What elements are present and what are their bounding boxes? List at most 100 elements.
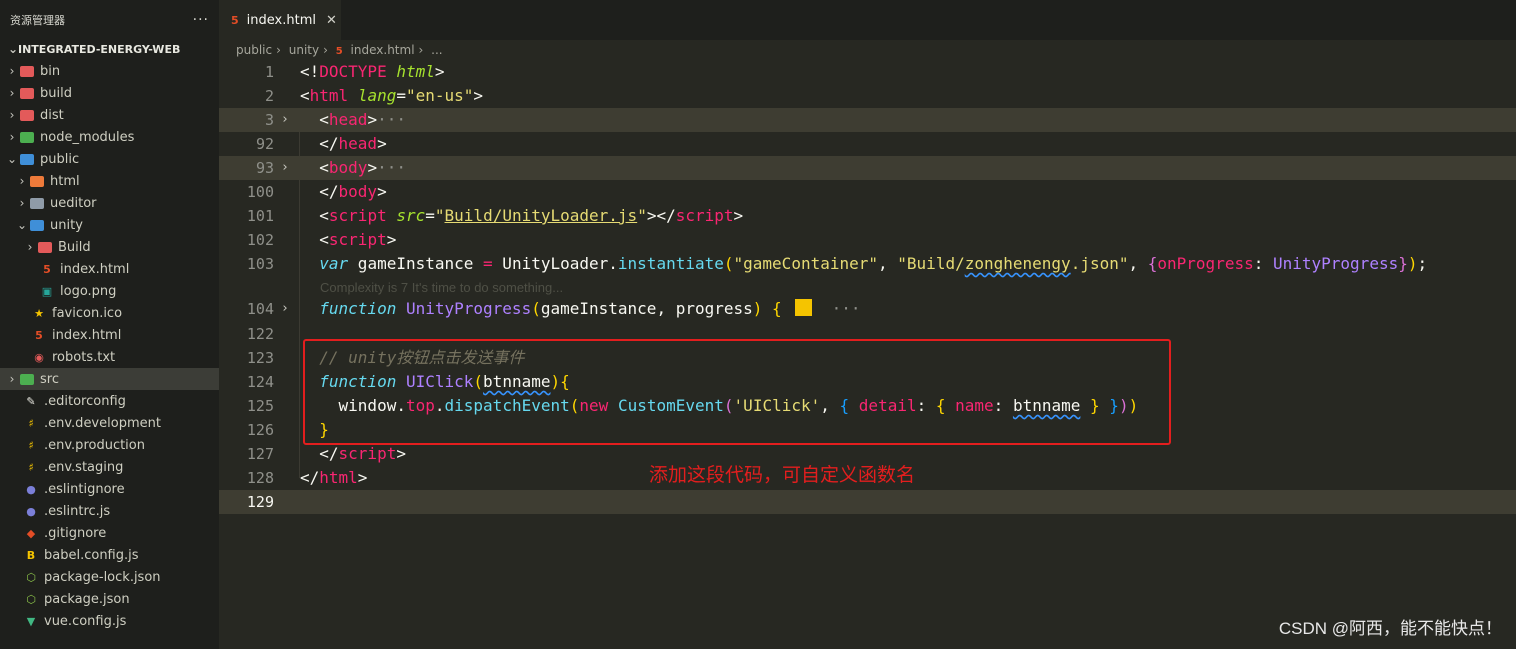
tree-file-favicon[interactable]: ★ favicon.ico xyxy=(0,302,219,324)
code-line: 101 <script src="Build/UnityLoader.js"><… xyxy=(246,206,744,225)
chevron-right-icon: › xyxy=(276,43,281,57)
code-line: 100 </body> xyxy=(246,182,387,201)
color-swatch-icon xyxy=(795,299,813,316)
eslint-icon: ● xyxy=(26,504,36,518)
tree-label: index.html xyxy=(52,327,122,343)
tree-file-babel-config[interactable]: Bbabel.config.js xyxy=(0,544,219,566)
tree-label: bin xyxy=(40,63,61,79)
html5-icon: 5 xyxy=(43,262,51,276)
tree-file-eslintignore[interactable]: ● .eslintignore xyxy=(0,478,219,500)
tree-label: ueditor xyxy=(50,195,97,211)
tree-label: .env.staging xyxy=(44,459,124,475)
image-icon: ▣ xyxy=(41,284,53,298)
tab-index-html[interactable]: 5 index.html ✕ xyxy=(219,0,341,40)
html5-icon: 5 xyxy=(231,13,239,27)
chevron-right-icon[interactable]: › xyxy=(281,297,295,321)
tree-label: package-lock.json xyxy=(44,569,161,585)
git-icon: ◆ xyxy=(26,526,36,540)
folder-icon xyxy=(20,373,34,385)
breadcrumb-public[interactable]: public xyxy=(236,43,272,57)
tree-file-logo-png[interactable]: ▣ logo.png xyxy=(0,280,219,302)
tree-label: dist xyxy=(40,107,64,123)
folder-icon xyxy=(38,241,52,253)
robot-icon: ◉ xyxy=(34,350,44,364)
tree-label: .eslintrc.js xyxy=(44,503,111,519)
tree-file-package-json[interactable]: ⬡ package.json xyxy=(0,588,219,610)
tree-file-eslintrc[interactable]: ● .eslintrc.js xyxy=(0,500,219,522)
folder-icon xyxy=(20,87,34,99)
folder-icon xyxy=(30,175,44,187)
folder-icon xyxy=(20,131,34,143)
breadcrumb: public › unity › 5 index.html › ... xyxy=(236,41,447,59)
tree-label: favicon.ico xyxy=(52,305,123,321)
folder-icon xyxy=(20,65,34,77)
html5-icon: 5 xyxy=(335,46,343,57)
folder-open-icon xyxy=(20,153,34,165)
config-icon: ✎ xyxy=(26,394,36,408)
more-actions-icon[interactable]: ··· xyxy=(193,12,209,28)
tree-folder-ueditor[interactable]: › ueditor xyxy=(0,192,219,214)
tree-file-gitignore[interactable]: ◆ .gitignore xyxy=(0,522,219,544)
tree-folder-public[interactable]: ⌄ public xyxy=(0,148,219,170)
tree-folder-build[interactable]: › build xyxy=(0,82,219,104)
tree-folder-bin[interactable]: › bin xyxy=(0,60,219,82)
settings-icon: ♯ xyxy=(28,438,34,452)
folder-open-icon xyxy=(30,219,44,231)
code-line: 102 <script> xyxy=(246,230,397,249)
explorer-title: 资源管理器 xyxy=(10,14,65,27)
code-line: 92 </head> xyxy=(255,134,387,153)
chevron-right-icon[interactable]: › xyxy=(281,108,295,132)
tree-label: html xyxy=(50,173,80,189)
npm-icon: ⬡ xyxy=(26,570,36,584)
code-line: 129 xyxy=(219,490,1516,514)
npm-icon: ⬡ xyxy=(26,592,36,606)
vue-icon: ▼ xyxy=(26,614,36,628)
breadcrumb-symbol[interactable]: ... xyxy=(431,43,442,57)
tree-label: .editorconfig xyxy=(44,393,126,409)
tree-file-env-development[interactable]: ♯ .env.development xyxy=(0,412,219,434)
tree-label: logo.png xyxy=(60,283,117,299)
chevron-right-icon: › xyxy=(323,43,328,57)
project-name: INTEGRATED-ENERGY-WEB xyxy=(18,43,181,56)
tree-file-vue-config[interactable]: ▼ vue.config.js xyxy=(0,610,219,632)
breadcrumb-unity[interactable]: unity xyxy=(289,43,319,57)
tree-folder-html[interactable]: › html xyxy=(0,170,219,192)
tab-bar: 5 index.html ✕ xyxy=(219,0,1516,40)
tree-file-package-lock[interactable]: ⬡ package-lock.json xyxy=(0,566,219,588)
tree-label: public xyxy=(40,151,80,167)
close-icon[interactable]: ✕ xyxy=(326,13,337,28)
chevron-right-icon[interactable]: › xyxy=(281,156,295,180)
eslint-icon: ● xyxy=(26,482,36,496)
tree-file-index-html-unity[interactable]: 5 index.html xyxy=(0,258,219,280)
code-line: 103 var gameInstance = UnityLoader.insta… xyxy=(246,254,1428,273)
tree-label: vue.config.js xyxy=(44,613,127,629)
tree-label: build xyxy=(40,85,72,101)
tree-folder-src[interactable]: › src xyxy=(0,368,219,390)
folder-icon xyxy=(20,109,34,121)
tree-label: src xyxy=(40,371,59,387)
project-root[interactable]: ⌄INTEGRATED-ENERGY-WEB xyxy=(0,40,219,58)
tree-label: node_modules xyxy=(40,129,135,145)
tree-label: unity xyxy=(50,217,83,233)
annotation-text: 添加这段代码，可自定义函数名 xyxy=(649,465,916,486)
watermark: CSDN @阿西，能不能快点！ xyxy=(1278,619,1502,638)
tree-folder-dist[interactable]: › dist xyxy=(0,104,219,126)
tree-file-editorconfig[interactable]: ✎ .editorconfig xyxy=(0,390,219,412)
code-line: 104 › function UnityProgress(gameInstance… xyxy=(219,297,1516,321)
breadcrumb-file[interactable]: index.html xyxy=(351,43,415,57)
tree-file-env-staging[interactable]: ♯ .env.staging xyxy=(0,456,219,478)
tree-label: robots.txt xyxy=(52,349,116,365)
explorer-header: 资源管理器 ··· xyxy=(0,0,219,40)
tree-folder-build-unity[interactable]: › Build xyxy=(0,236,219,258)
tree-file-env-production[interactable]: ♯ .env.production xyxy=(0,434,219,456)
tree-folder-node-modules[interactable]: › node_modules xyxy=(0,126,219,148)
code-line: 3 › <head>··· xyxy=(219,108,1516,132)
chevron-right-icon: › xyxy=(418,43,424,57)
tree-file-index-html-public[interactable]: 5 index.html xyxy=(0,324,219,346)
tree-file-robots[interactable]: ◉ robots.txt xyxy=(0,346,219,368)
code-line: 1 <!DOCTYPE html> xyxy=(264,62,445,81)
tree-folder-unity[interactable]: ⌄ unity xyxy=(0,214,219,236)
tree-label: .gitignore xyxy=(44,525,107,541)
tab-label: index.html xyxy=(246,12,316,28)
babel-icon: B xyxy=(26,548,36,562)
